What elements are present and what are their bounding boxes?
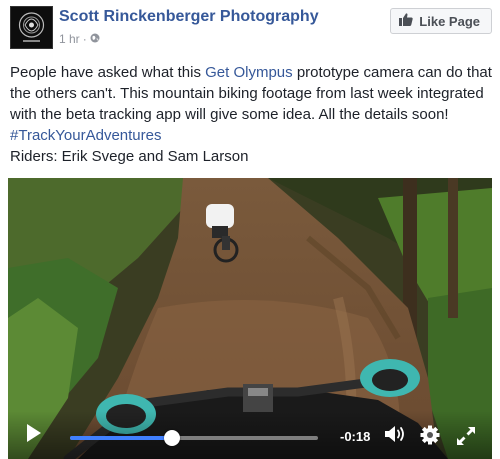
thumbs-up-icon [399, 13, 413, 29]
globe-icon [90, 32, 100, 46]
post-header: Scott Rinckenberger Photography 1 hr · L… [8, 4, 492, 52]
video-progress-fill [70, 436, 172, 440]
like-page-button[interactable]: Like Page [390, 8, 492, 34]
get-olympus-link[interactable]: Get Olympus [205, 64, 293, 81]
page-avatar[interactable] [10, 6, 53, 49]
like-page-label: Like Page [419, 13, 480, 29]
volume-icon[interactable] [384, 424, 408, 449]
video-progress-scrubber[interactable] [163, 430, 180, 446]
page-name-link[interactable]: Scott Rinckenberger Photography [59, 8, 319, 26]
hashtag-link[interactable]: #TrackYourAdventures [10, 127, 161, 144]
riders-text: Riders: Erik Svege and Sam Larson [10, 148, 249, 165]
play-icon[interactable] [26, 423, 42, 448]
post-time[interactable]: 1 hr [59, 32, 80, 46]
fullscreen-icon[interactable] [456, 426, 476, 451]
meta-separator: · [82, 32, 87, 46]
post-text: People have asked what this Get Olympus … [10, 62, 492, 146]
post-meta: 1 hr · [59, 32, 100, 46]
post-text-part1: People have asked what this [10, 64, 206, 81]
video-time-remaining: -0:18 [340, 429, 371, 444]
settings-icon[interactable] [420, 425, 440, 450]
video-progress-bar[interactable] [70, 430, 318, 446]
facebook-post: Scott Rinckenberger Photography 1 hr · L… [0, 0, 500, 459]
video-controls: -0:18 [8, 411, 492, 459]
video-player[interactable]: -0:18 [8, 178, 492, 459]
